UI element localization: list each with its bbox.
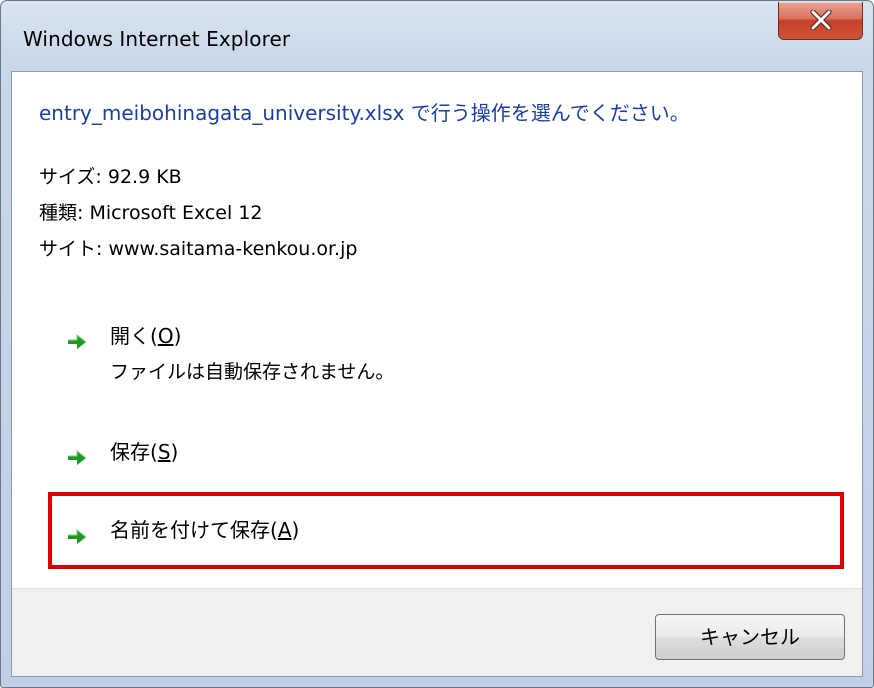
file-site: サイト: www.saitama-kenkou.or.jp xyxy=(39,238,358,260)
dialog-content: entry_meibohinagata_university.xlsx で行う操… xyxy=(12,72,862,588)
green-arrow-icon xyxy=(68,450,87,465)
cancel-button[interactable]: キャンセル xyxy=(655,614,845,660)
dialog-heading: entry_meibohinagata_university.xlsx で行う操… xyxy=(39,101,690,125)
close-button[interactable] xyxy=(778,2,863,40)
open-command-label: 開く(O) xyxy=(110,324,182,348)
green-arrow-icon xyxy=(68,334,87,349)
save-command[interactable]: 保存(S) xyxy=(52,436,842,470)
close-icon xyxy=(810,10,832,30)
file-type: 種類: Microsoft Excel 12 xyxy=(39,202,263,224)
open-command-note: ファイルは自動保存されません。 xyxy=(110,361,395,383)
file-size: サイズ: 92.9 KB xyxy=(39,166,182,188)
footer-divider xyxy=(12,588,862,589)
window-title: Windows Internet Explorer xyxy=(23,27,291,51)
dialog-client-area: entry_meibohinagata_university.xlsx で行う操… xyxy=(11,71,863,677)
dialog-window: Windows Internet Explorer entry_meibohin… xyxy=(0,0,874,688)
save-command-label: 保存(S) xyxy=(110,440,179,464)
title-bar[interactable]: Windows Internet Explorer xyxy=(1,1,873,71)
highlight-box xyxy=(48,492,844,569)
open-command[interactable]: 開く(O) ファイルは自動保存されません。 xyxy=(52,320,842,390)
